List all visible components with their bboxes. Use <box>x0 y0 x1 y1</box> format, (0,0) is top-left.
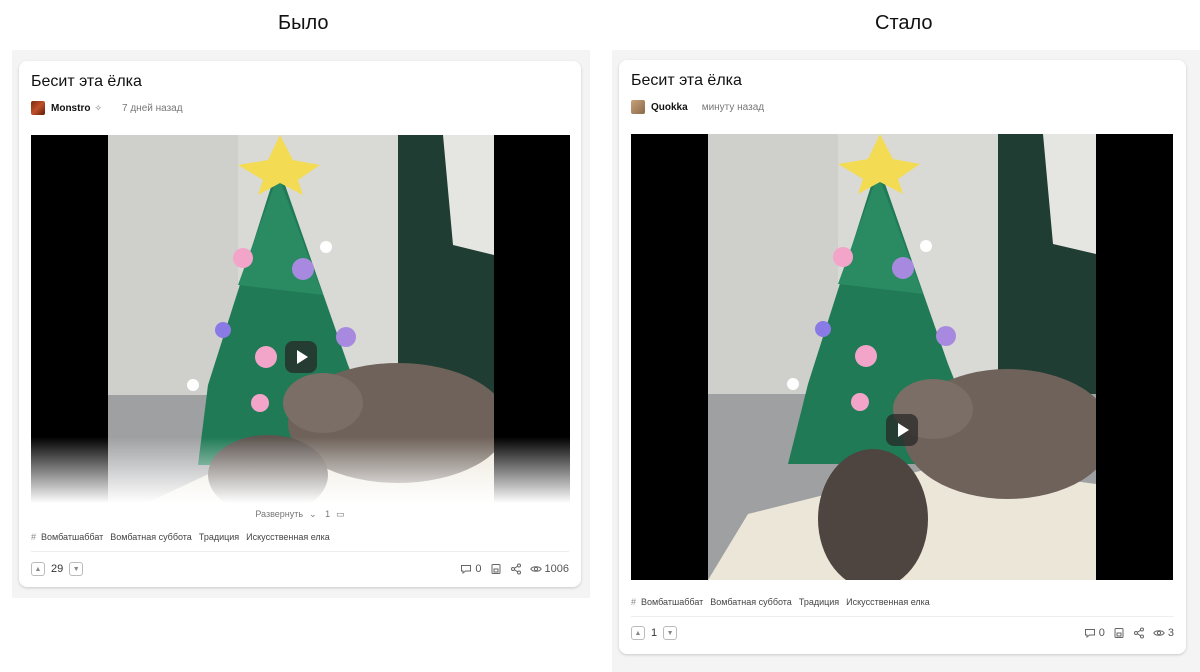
author-row: Quokka минуту назад <box>631 100 764 114</box>
views-count: 1006 <box>544 563 569 575</box>
video-player[interactable] <box>631 134 1173 580</box>
bookmark-icon <box>1114 628 1124 638</box>
image-icon: ▭ <box>336 509 345 519</box>
tag[interactable]: Традиция <box>799 597 839 607</box>
comments-button[interactable]: 0 <box>460 563 482 575</box>
share-icon <box>510 563 521 575</box>
tag[interactable]: Искусственная елка <box>246 532 330 542</box>
comments-button[interactable]: 0 <box>1084 627 1105 639</box>
play-button[interactable] <box>886 414 918 446</box>
collapse-fade <box>31 437 570 509</box>
author-name[interactable]: Monstro <box>51 103 90 114</box>
post-time: 7 дней назад <box>122 102 183 114</box>
eye-icon <box>1153 630 1165 636</box>
save-button[interactable] <box>490 563 502 575</box>
hash-icon: # <box>31 532 37 542</box>
comment-icon <box>1084 629 1095 639</box>
rating-controls: ▲ 29 ▼ <box>31 562 84 576</box>
comments-count: 0 <box>1098 627 1105 639</box>
rating-controls: ▲ 1 ▼ <box>631 626 678 640</box>
tag-list: # Вомбатшаббат Вомбатная суббота Традици… <box>31 532 337 542</box>
post-card-before: Бесит эта ёлка Monstro ✧ 7 дней назад Ра… <box>19 61 581 587</box>
post-title[interactable]: Бесит эта ёлка <box>631 72 742 90</box>
post-actions: 0 1006 <box>460 563 569 575</box>
save-button[interactable] <box>1113 627 1125 639</box>
tag[interactable]: Вомбатная суббота <box>710 597 792 607</box>
media-count: 1 <box>325 509 331 519</box>
video-thumbnail <box>708 134 1096 580</box>
post-title[interactable]: Бесит эта ёлка <box>31 73 142 91</box>
author-name[interactable]: Quokka <box>651 102 688 113</box>
tag[interactable]: Вомбатшаббат <box>641 597 703 607</box>
comment-icon <box>461 565 472 575</box>
sparkle-icon: ✧ <box>94 102 102 113</box>
share-button[interactable] <box>1133 627 1145 639</box>
tag[interactable]: Искусственная елка <box>846 597 930 607</box>
expand-row[interactable]: Развернуть ⌄ 1 ▭ <box>19 509 581 520</box>
eye-icon <box>529 566 542 572</box>
post-actions: 0 3 <box>1084 627 1174 639</box>
upvote-button[interactable]: ▲ <box>31 562 45 576</box>
post-footer: ▲ 1 ▼ 0 3 <box>631 626 1174 640</box>
tag[interactable]: Вомбатшаббат <box>41 532 103 542</box>
comments-count: 0 <box>475 563 482 575</box>
avatar[interactable] <box>631 100 645 114</box>
upvote-button[interactable]: ▲ <box>631 626 645 640</box>
chevron-down-icon[interactable]: ⌄ <box>309 509 317 519</box>
views-counter: 1006 <box>529 563 569 575</box>
tag-list: # Вомбатшаббат Вомбатная суббота Традици… <box>631 597 937 607</box>
rating-count: 1 <box>651 627 658 639</box>
views-counter: 3 <box>1153 627 1174 639</box>
divider <box>31 551 569 552</box>
tag[interactable]: Традиция <box>199 532 239 542</box>
avatar[interactable] <box>31 101 45 115</box>
tag[interactable]: Вомбатная суббота <box>110 532 192 542</box>
play-button[interactable] <box>285 341 317 373</box>
rating-count: 29 <box>51 563 64 575</box>
share-button[interactable] <box>510 563 522 575</box>
post-card-after: Бесит эта ёлка Quokka минуту назад # Вом… <box>619 60 1186 654</box>
bookmark-icon <box>491 564 501 574</box>
share-icon <box>1133 627 1144 639</box>
hash-icon: # <box>631 597 637 607</box>
before-heading: Было <box>278 12 329 34</box>
divider <box>631 616 1174 617</box>
post-footer: ▲ 29 ▼ 0 1006 <box>31 562 569 576</box>
downvote-button[interactable]: ▼ <box>69 562 84 576</box>
author-row: Monstro ✧ 7 дней назад <box>31 101 183 115</box>
after-heading: Стало <box>875 12 933 34</box>
views-count: 3 <box>1167 627 1174 639</box>
downvote-button[interactable]: ▼ <box>663 626 678 640</box>
post-time: минуту назад <box>701 101 765 113</box>
expand-label[interactable]: Развернуть <box>255 509 303 519</box>
